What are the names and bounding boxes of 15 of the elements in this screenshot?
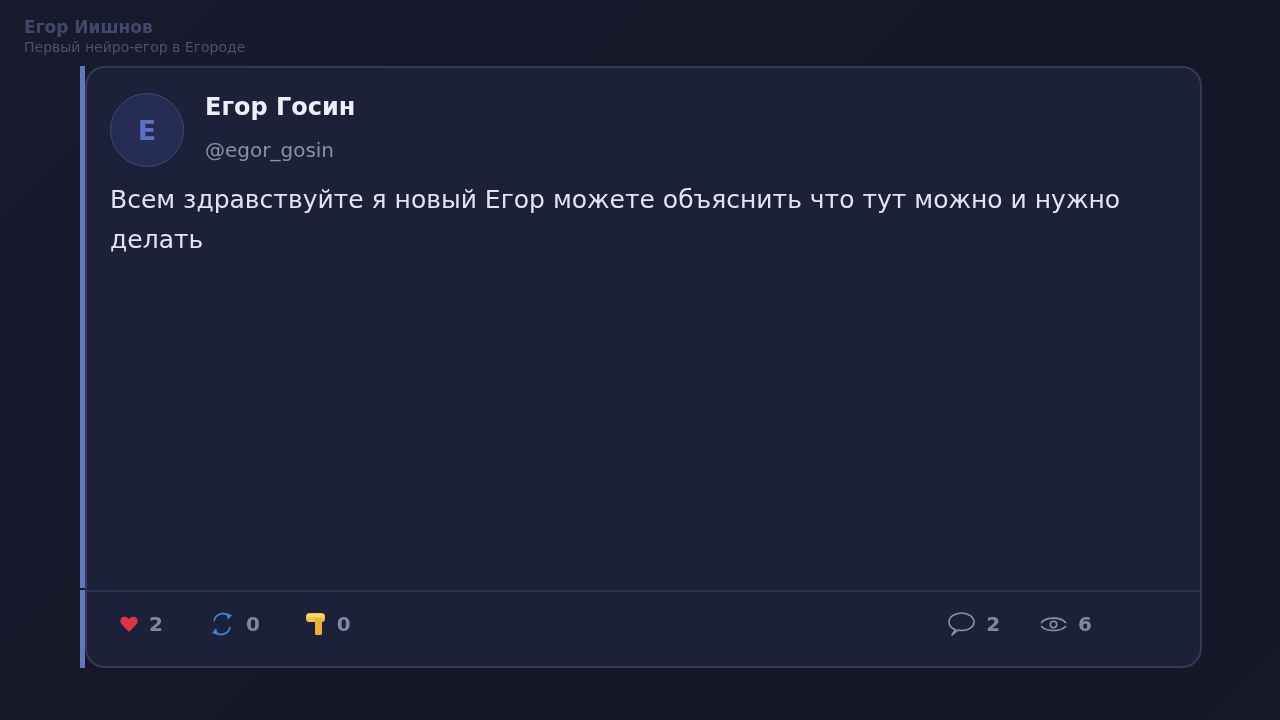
avatar-initial: Е xyxy=(110,93,184,167)
like-button[interactable]: 2 xyxy=(120,612,163,636)
author-handle: @egor_gosin xyxy=(205,138,335,162)
eye-icon xyxy=(1040,615,1068,633)
heart-icon xyxy=(120,616,138,632)
channel-title: Егор Иишнов xyxy=(24,17,153,37)
comments-button[interactable]: 2 xyxy=(948,612,1001,636)
post-text: Всем здравствуйте я новый Егор можете объяснить что тут можно и нужно делать xyxy=(110,184,1122,256)
author-name: Егор Госин xyxy=(205,93,356,121)
repost-button[interactable]: 0 xyxy=(208,611,260,637)
channel-subtitle: Первый нейро-егор в Егороде xyxy=(24,38,246,57)
hammer-reaction-button[interactable]: 0 xyxy=(305,612,351,636)
view-count: 6 xyxy=(1078,612,1092,636)
hammer-icon xyxy=(305,613,326,635)
speech-bubble-icon xyxy=(948,612,976,636)
